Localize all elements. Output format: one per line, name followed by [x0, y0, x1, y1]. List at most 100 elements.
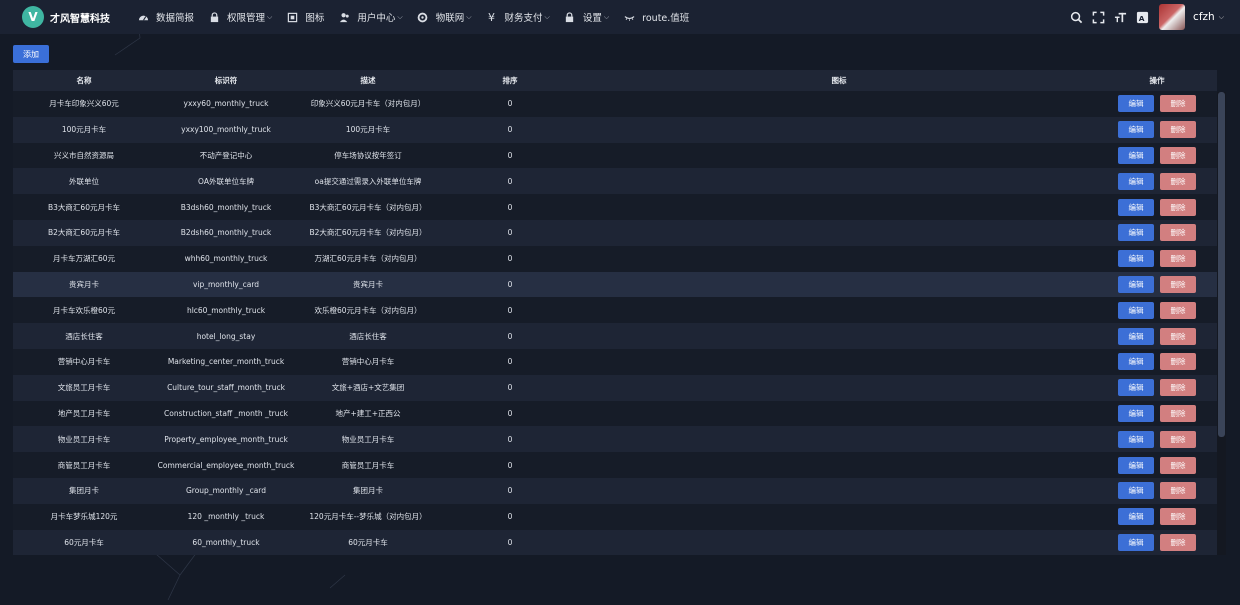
table-cell: 0 — [439, 452, 581, 478]
table-cell: 月卡车梦乐城120元 — [13, 503, 155, 530]
table-row[interactable]: 地产员工月卡车 Construction_staff _month _truck 地… — [13, 400, 1217, 427]
row-actions: 编辑 删除 — [1097, 219, 1217, 246]
delete-button[interactable]: 删除 — [1160, 121, 1196, 139]
edit-button[interactable]: 编辑 — [1118, 430, 1154, 448]
brand-name: 才风智慧科技 — [50, 13, 110, 25]
delete-button[interactable]: 删除 — [1160, 224, 1196, 242]
edit-button[interactable]: 编辑 — [1118, 146, 1154, 164]
delete-button[interactable]: 删除 — [1160, 146, 1196, 164]
delete-button[interactable]: 删除 — [1160, 353, 1196, 371]
nav-item-duty[interactable]: route.值班 — [623, 0, 689, 34]
nav-item-finance[interactable]: ¥ 财务支付 ⌵ — [486, 0, 550, 34]
delete-button[interactable]: 删除 — [1160, 379, 1196, 397]
fullscreen-icon[interactable] — [1091, 10, 1105, 24]
delete-button[interactable]: 删除 — [1160, 327, 1196, 345]
nav-item-user-center[interactable]: 用户中心 ⌵ — [338, 0, 403, 34]
edit-button[interactable]: 编辑 — [1118, 508, 1154, 526]
translate-icon[interactable]: A — [1135, 10, 1149, 24]
username[interactable]: cfzh — [1193, 11, 1215, 23]
delete-button[interactable]: 删除 — [1160, 456, 1196, 474]
table-row[interactable]: 外联单位 OA外联单位车牌 oa提交通过需录入外联单位车牌 0 编辑 删除 — [13, 168, 1217, 195]
delete-button[interactable]: 删除 — [1160, 250, 1196, 268]
row-actions: 编辑 删除 — [1097, 374, 1217, 401]
table-row[interactable]: 商管员工月卡车 Commercial_employee_month_truck 商管… — [13, 452, 1217, 478]
nav-item-icons[interactable]: 图标 — [286, 0, 324, 34]
edit-button[interactable]: 编辑 — [1118, 198, 1154, 216]
table-cell: 月卡车印象兴义60元 — [13, 91, 155, 117]
table-row[interactable]: 酒店长住客 hotel_long_stay 酒店长住客 0 编辑 删除 — [13, 323, 1217, 349]
delete-button[interactable]: 删除 — [1160, 430, 1196, 448]
table-cell — [581, 323, 1097, 349]
font-size-icon[interactable] — [1113, 10, 1127, 24]
table-cell: 0 — [439, 503, 581, 530]
chevron-down-icon[interactable]: ⌵ — [1219, 13, 1224, 22]
table-row[interactable]: 贵宾月卡 vip_monthly_card 贵宾月卡 0 编辑 删除 — [13, 271, 1217, 298]
table-cell: 0 — [439, 142, 581, 169]
column-header[interactable]: 排序 — [439, 70, 581, 91]
nav-item-permissions[interactable]: 权限管理 ⌵ — [208, 0, 272, 34]
table-row[interactable]: 月卡车万湖汇60元 whh60_monthly_truck 万湖汇60元月卡车（对内… — [13, 245, 1217, 272]
edit-button[interactable]: 编辑 — [1118, 379, 1154, 397]
edit-button[interactable]: 编辑 — [1118, 533, 1154, 551]
nav-item-dashboard[interactable]: 数据简报 — [137, 0, 194, 34]
row-actions: 编辑 删除 — [1097, 426, 1217, 453]
column-header[interactable]: 名称 — [13, 70, 155, 91]
table-row[interactable]: 60元月卡车 60_monthly_truck 60元月卡车 0 编辑 删除 — [13, 529, 1217, 555]
table-cell: 不动产登记中心 — [155, 142, 297, 169]
table-header-row: 名称 标识符 描述 排序 图标 操作 — [13, 70, 1217, 91]
column-header[interactable]: 图标 — [581, 70, 1097, 91]
nav-label: 财务支付 — [504, 13, 543, 24]
edit-button[interactable]: 编辑 — [1118, 353, 1154, 371]
delete-button[interactable]: 删除 — [1160, 508, 1196, 526]
delete-button[interactable]: 删除 — [1160, 301, 1196, 319]
table-row[interactable]: 集团月卡 Group_monthly _card 集团月卡 0 编辑 删除 — [13, 477, 1217, 504]
table-row[interactable]: B2大商汇60元月卡车 B2dsh60_monthly_truck B2大商汇60元… — [13, 219, 1217, 246]
table-row[interactable]: 月卡车梦乐城120元 120 _monthly _truck 120元月卡车--梦乐… — [13, 503, 1217, 530]
table-row[interactable]: B3大商汇60元月卡车 B3dsh60_monthly_truck B3大商汇60元… — [13, 194, 1217, 220]
search-icon[interactable] — [1069, 10, 1083, 24]
delete-button[interactable]: 删除 — [1160, 95, 1196, 113]
brand[interactable]: V 才风智慧科技 — [22, 6, 137, 28]
edit-button[interactable]: 编辑 — [1118, 301, 1154, 319]
table-row[interactable]: 月卡车欢乐橙60元 hlc60_monthly_truck 欢乐橙60元月卡车（对内… — [13, 297, 1217, 324]
delete-button[interactable]: 删除 — [1160, 275, 1196, 293]
table-cell: hotel_long_stay — [155, 323, 297, 349]
table-row[interactable]: 物业员工月卡车 Property_employee_month_truck 物业员工… — [13, 426, 1217, 453]
main-menu: 数据简报 权限管理 ⌵ 图标 用户中心 ⌵ 物联网 ⌵ ¥ 财务支付 ⌵ 设置 … — [137, 0, 703, 34]
edit-button[interactable]: 编辑 — [1118, 224, 1154, 242]
avatar[interactable] — [1159, 4, 1186, 30]
edit-button[interactable]: 编辑 — [1118, 327, 1154, 345]
scrollbar-thumb[interactable] — [1218, 92, 1225, 437]
edit-button[interactable]: 编辑 — [1118, 456, 1154, 474]
table-row[interactable]: 月卡车印象兴义60元 yxxy60_monthly_truck 印象兴义60元月卡车… — [13, 91, 1217, 117]
table-cell: Group_monthly _card — [155, 477, 297, 504]
edit-button[interactable]: 编辑 — [1118, 404, 1154, 422]
vertical-scrollbar[interactable] — [1217, 92, 1226, 555]
column-header[interactable]: 标识符 — [155, 70, 297, 91]
edit-button[interactable]: 编辑 — [1118, 121, 1154, 139]
table-row[interactable]: 营销中心月卡车 Marketing_center_month_truck 营销中心月… — [13, 348, 1217, 375]
row-actions: 编辑 删除 — [1097, 142, 1217, 169]
column-header[interactable]: 描述 — [297, 70, 439, 91]
delete-button[interactable]: 删除 — [1160, 533, 1196, 551]
table-cell: 100元月卡车 — [297, 116, 439, 143]
delete-button[interactable]: 删除 — [1160, 482, 1196, 500]
table-cell: 100元月卡车 — [13, 116, 155, 143]
table-row[interactable]: 兴义市自然资源局 不动产登记中心 停车场协议按年签订 0 编辑 删除 — [13, 142, 1217, 169]
delete-button[interactable]: 删除 — [1160, 172, 1196, 190]
table-row[interactable]: 100元月卡车 yxxy100_monthly_truck 100元月卡车 0 编辑 删除 — [13, 116, 1217, 143]
table-cell — [581, 116, 1097, 143]
column-header[interactable]: 操作 — [1097, 70, 1217, 91]
delete-button[interactable]: 删除 — [1160, 404, 1196, 422]
delete-button[interactable]: 删除 — [1160, 198, 1196, 216]
edit-button[interactable]: 编辑 — [1118, 250, 1154, 268]
edit-button[interactable]: 编辑 — [1118, 275, 1154, 293]
nav-item-iot[interactable]: 物联网 ⌵ — [417, 0, 472, 34]
table-row[interactable]: 文旅员工月卡车 Culture_tour_staff_month_truck 文旅+… — [13, 374, 1217, 401]
edit-button[interactable]: 编辑 — [1118, 482, 1154, 500]
table-cell — [581, 426, 1097, 453]
edit-button[interactable]: 编辑 — [1118, 95, 1154, 113]
edit-button[interactable]: 编辑 — [1118, 172, 1154, 190]
nav-item-settings[interactable]: 设置 ⌵ — [564, 0, 609, 34]
add-button[interactable]: 添加 — [13, 45, 49, 63]
